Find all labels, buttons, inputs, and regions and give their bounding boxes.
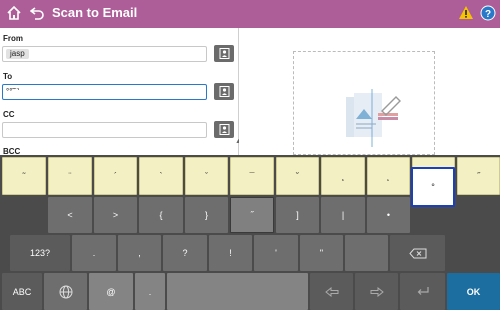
key-comma[interactable]: ,: [118, 235, 161, 271]
key-double-quote[interactable]: ": [300, 235, 343, 271]
key-question[interactable]: ?: [163, 235, 207, 271]
contact-icon: [219, 48, 229, 59]
to-field[interactable]: °°˜¨‘: [2, 84, 207, 100]
ok-button[interactable]: OK: [447, 273, 500, 310]
key-period[interactable]: .: [72, 235, 116, 271]
from-label: From: [3, 34, 23, 43]
key-enter[interactable]: [400, 273, 445, 310]
key-degree[interactable]: °: [411, 167, 455, 207]
key-right-brace[interactable]: }: [185, 197, 228, 233]
cc-field[interactable]: [2, 122, 207, 138]
key-acute[interactable]: ´: [94, 157, 137, 195]
enter-icon: [417, 287, 429, 295]
contact-icon: [219, 124, 229, 135]
header-bar: Scan to Email ?: [0, 0, 500, 28]
key-macron[interactable]: ¯: [230, 157, 274, 195]
key-double-acute-alt[interactable]: ˝: [230, 197, 274, 233]
arrow-right-icon: [370, 286, 384, 297]
key-arrow-right[interactable]: [355, 273, 398, 310]
back-icon[interactable]: [29, 6, 44, 25]
to-label: To: [3, 72, 13, 81]
to-field-value: °°˜¨‘: [6, 87, 20, 96]
key-greater-than[interactable]: >: [94, 197, 137, 233]
key-bullet[interactable]: •: [367, 197, 410, 233]
globe-icon: [59, 285, 72, 298]
from-field[interactable]: jasp: [2, 46, 207, 62]
home-icon[interactable]: [6, 5, 22, 26]
backspace-icon: [408, 248, 426, 258]
key-cedilla[interactable]: ¸: [321, 157, 365, 195]
key-diaeresis[interactable]: ¨: [48, 157, 92, 195]
page-title: Scan to Email: [52, 5, 138, 20]
key-abc[interactable]: ABC: [2, 273, 42, 310]
key-arrow-left[interactable]: [310, 273, 353, 310]
key-dot[interactable]: .: [135, 273, 165, 310]
key-less-than[interactable]: <: [48, 197, 92, 233]
key-tilde[interactable]: ˜: [2, 157, 46, 195]
scan-document-icon: [342, 89, 402, 156]
cc-address-book-button[interactable]: [214, 121, 234, 138]
key-space[interactable]: [167, 273, 308, 310]
key-caron[interactable]: ˇ: [185, 157, 228, 195]
from-address-book-button[interactable]: [214, 45, 234, 62]
key-ogonek[interactable]: ˛: [367, 157, 410, 195]
key-at[interactable]: @: [89, 273, 133, 310]
key-double-acute[interactable]: ˝: [457, 157, 500, 195]
to-address-book-button[interactable]: [214, 83, 234, 100]
key-exclamation[interactable]: !: [209, 235, 252, 271]
key-language[interactable]: [44, 273, 87, 310]
key-right-bracket[interactable]: ]: [276, 197, 319, 233]
key-blank-3[interactable]: [345, 235, 388, 271]
svg-text:?: ?: [485, 9, 491, 20]
key-apostrophe[interactable]: ': [254, 235, 298, 271]
key-left-brace[interactable]: {: [139, 197, 183, 233]
contact-icon: [219, 86, 229, 97]
arrow-left-icon: [324, 286, 338, 297]
warning-icon[interactable]: [458, 5, 474, 26]
from-chip[interactable]: jasp: [6, 49, 29, 59]
key-grave[interactable]: `: [139, 157, 183, 195]
key-pipe[interactable]: |: [321, 197, 365, 233]
key-numbers-symbols[interactable]: 123?: [10, 235, 70, 271]
key-breve[interactable]: ˘: [276, 157, 319, 195]
help-icon[interactable]: ?: [480, 5, 496, 26]
key-backspace[interactable]: [390, 235, 445, 271]
cc-label: CC: [3, 110, 15, 119]
